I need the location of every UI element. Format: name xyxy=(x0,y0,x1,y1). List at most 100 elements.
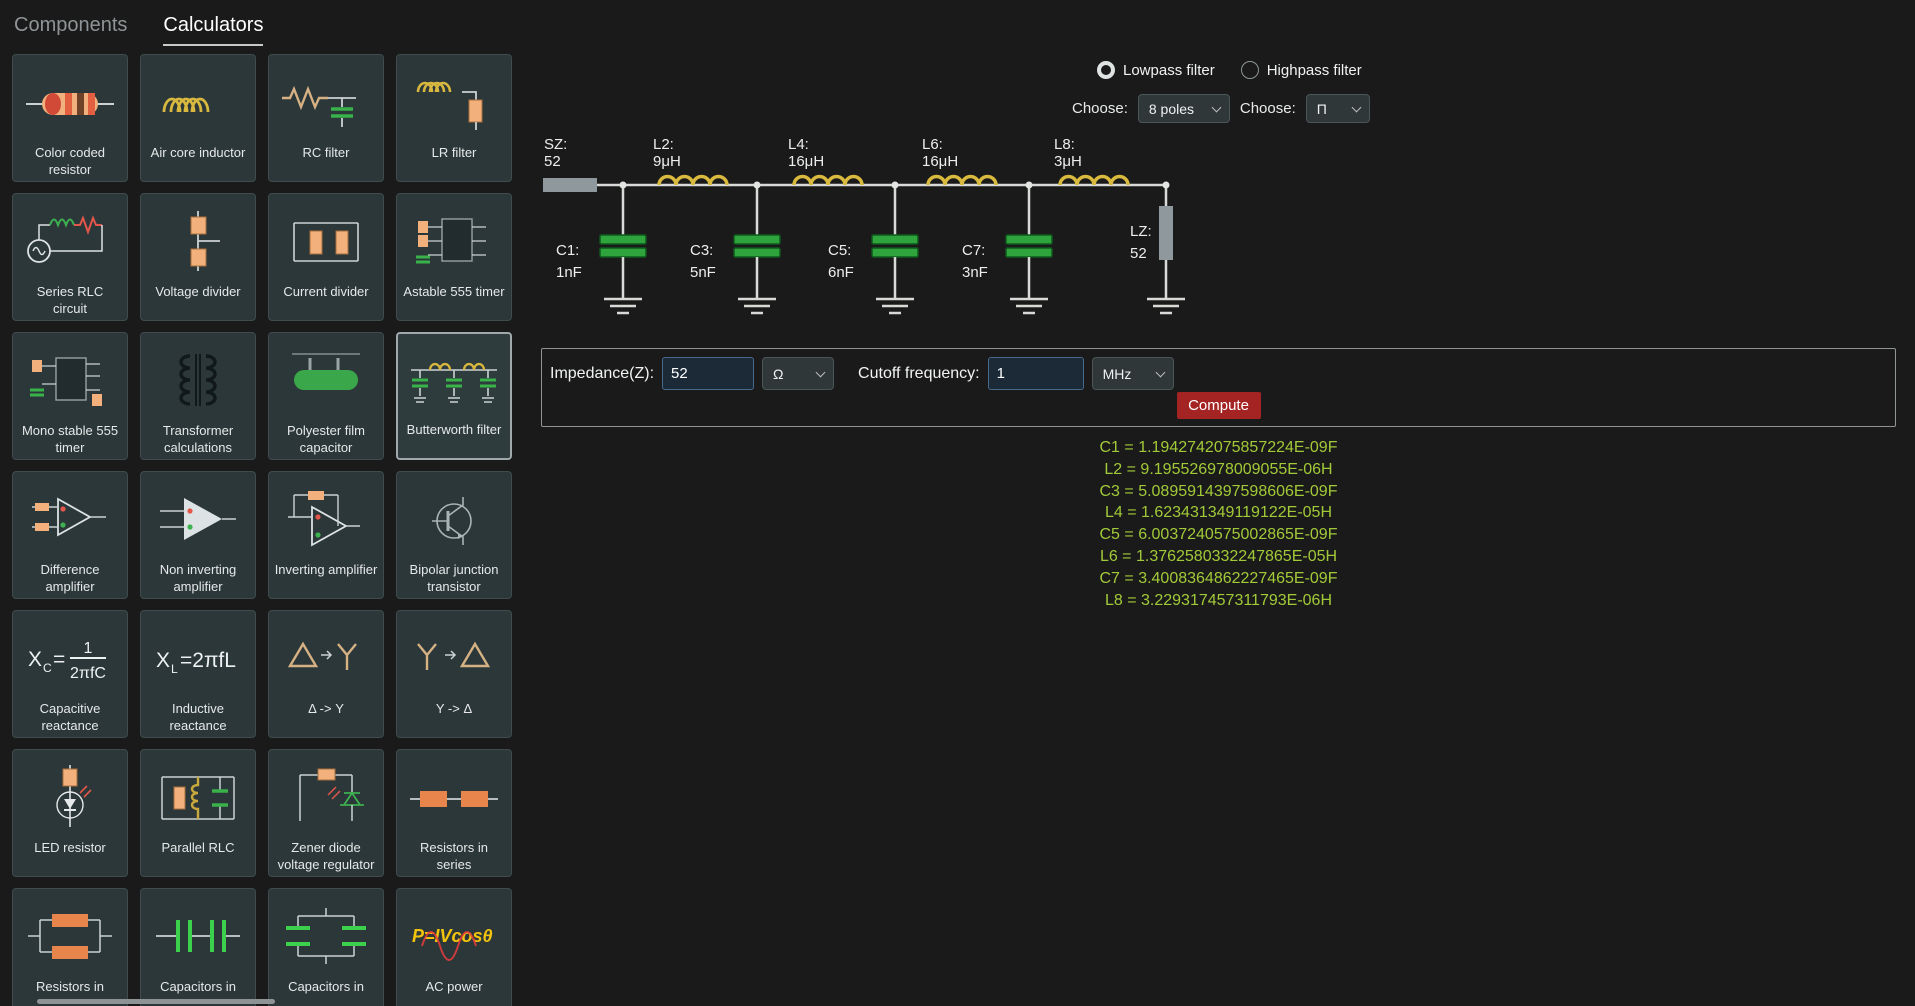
tab-calculators[interactable]: Calculators xyxy=(163,14,264,46)
highpass-radio-circle[interactable] xyxy=(1240,61,1259,79)
bipolar-junction-transistor-icon xyxy=(397,472,511,562)
cutoff-unit-dropdown[interactable]: MHz xyxy=(1091,357,1174,390)
filter-circuit-diagram: SZ: 52 C1: 1nF C3: 5nF C5: 6nF C7: 3nF L… xyxy=(543,136,1185,315)
calculator-tile-label: Y -> Δ xyxy=(435,701,473,716)
topology-dropdown[interactable]: Π xyxy=(1305,94,1370,123)
calculator-tile-polyester-film-capacitor[interactable]: Polyester film capacitor xyxy=(268,332,384,460)
lowpass-radio-circle[interactable] xyxy=(1097,61,1115,79)
capacitor-value: 3nF xyxy=(962,264,988,281)
shunt-capacitor-branch-c3: C3: 5nF xyxy=(690,181,781,315)
impedance-unit-dropdown[interactable]: Ω xyxy=(762,357,835,390)
inductor-label: L6: xyxy=(922,136,943,153)
calculator-tile-resistors-in-parallel[interactable]: Resistors in xyxy=(12,888,128,1006)
calculator-tile-inverting-amplifier[interactable]: Inverting amplifier xyxy=(268,471,384,599)
calculator-tile-non-inverting-amplifier[interactable]: Non inverting amplifier xyxy=(140,471,256,599)
inductor-value: 16μH xyxy=(922,153,958,170)
chevron-down-icon xyxy=(1155,367,1166,377)
lowpass-radio-label: Lowpass filter xyxy=(1123,61,1215,79)
calculator-tile-label: Air core inductor xyxy=(150,145,246,160)
load-impedance: LZ: 52 xyxy=(1130,181,1185,315)
cutoff-frequency-input[interactable] xyxy=(987,357,1084,390)
wye-to-delta-icon xyxy=(397,611,511,701)
calculator-tile-label: Capacitors in xyxy=(288,979,364,994)
compute-button[interactable]: Compute xyxy=(1176,392,1261,419)
calculator-tile-butterworth-filter[interactable]: Butterworth filter xyxy=(396,332,512,460)
series-inductor-l6: L6: 16μH xyxy=(922,136,998,186)
transformer-icon xyxy=(141,333,255,423)
inductor-value: 16μH xyxy=(788,153,824,170)
poles-dropdown-value: 8 poles xyxy=(1148,100,1195,117)
calculator-tile-parallel-rlc[interactable]: Parallel RLC xyxy=(140,749,256,877)
inverting-amplifier-icon xyxy=(269,472,383,562)
poles-dropdown[interactable]: 8 poles xyxy=(1137,94,1230,123)
calculator-tile-resistors-in-series[interactable]: Resistors in series xyxy=(396,749,512,877)
calculator-tile-label: Resistors in series xyxy=(420,840,488,872)
calculator-tile-label: Bipolar junction transistor xyxy=(409,562,499,594)
result-line: L8 = 3.229317457311793E-06H xyxy=(1104,591,1332,609)
calculator-tile-astable-555-timer[interactable]: Astable 555 timer xyxy=(396,193,512,321)
difference-amplifier-icon xyxy=(13,472,127,562)
calculator-tile-current-divider[interactable]: Current divider xyxy=(268,193,384,321)
capacitive-reactance-formula-icon: X C = 1 2πfC xyxy=(13,611,127,701)
calculator-tile-ac-power[interactable]: P=IVcosθ AC power xyxy=(396,888,512,1006)
svg-text:1: 1 xyxy=(84,640,93,657)
calculator-tile-inductive-reactance[interactable]: X L =2πfL Inductive reactance xyxy=(140,610,256,738)
calculator-tile-bipolar-junction-transistor[interactable]: Bipolar junction transistor xyxy=(396,471,512,599)
calculator-tile-wye-to-delta[interactable]: Y -> Δ xyxy=(396,610,512,738)
air-core-inductor-icon xyxy=(141,55,255,145)
calculator-tile-difference-amplifier[interactable]: Difference amplifier xyxy=(12,471,128,599)
series-inductor-l2: L2: 9μH xyxy=(653,136,729,186)
color-coded-resistor-icon xyxy=(13,55,127,145)
calculator-tile-label: Series RLC circuit xyxy=(36,284,104,316)
calculator-tile-transformer[interactable]: Transformer calculations xyxy=(140,332,256,460)
inductor-label: L4: xyxy=(788,136,809,153)
calculator-tile-zener-diode-regulator[interactable]: Zener diode voltage regulator xyxy=(268,749,384,877)
shunt-capacitor-branch-c7: C7: 3nF xyxy=(962,181,1053,315)
chevron-down-icon xyxy=(1351,102,1362,112)
calculator-tile-monostable-555-timer[interactable]: Mono stable 555 timer xyxy=(12,332,128,460)
result-line: C3 = 5.0895914397598606E-09F xyxy=(1099,482,1338,500)
cutoff-unit-value: MHz xyxy=(1102,365,1132,382)
calculator-tile-label: Capacitive reactance xyxy=(39,701,101,733)
svg-text:P=IVcosθ: P=IVcosθ xyxy=(412,926,493,946)
calculator-tile-label: Difference amplifier xyxy=(40,562,100,594)
calculator-tile-label: LED resistor xyxy=(34,840,106,855)
polyester-film-capacitor-icon xyxy=(269,333,383,423)
highpass-radio[interactable]: Highpass filter xyxy=(1240,61,1362,79)
non-inverting-amplifier-icon xyxy=(141,472,255,562)
inductor-value: 9μH xyxy=(653,153,681,170)
calculator-tile-label: RC filter xyxy=(302,145,350,160)
delta-to-wye-icon xyxy=(269,611,383,701)
source-impedance-value: 52 xyxy=(544,153,561,170)
calculator-tile-capacitors-in-series[interactable]: Capacitors in xyxy=(140,888,256,1006)
calculator-grid: Color coded resistor Air core inductor R… xyxy=(0,46,530,1006)
calculator-tile-label: Astable 555 timer xyxy=(403,284,505,299)
impedance-label: Impedance(Z): xyxy=(550,364,655,382)
capacitors-in-parallel-icon xyxy=(269,889,383,979)
sidebar-scrollbar-thumb[interactable] xyxy=(37,999,275,1004)
series-rlc-icon xyxy=(13,194,127,284)
calculator-tile-rc-filter[interactable]: RC filter xyxy=(268,54,384,182)
tab-components[interactable]: Components xyxy=(14,14,127,46)
calculator-tile-label: Inductive reactance xyxy=(169,701,227,733)
calculator-tile-color-coded-resistor[interactable]: Color coded resistor xyxy=(12,54,128,182)
impedance-input[interactable] xyxy=(662,357,755,390)
source-impedance: SZ: 52 xyxy=(543,136,597,192)
shunt-capacitor-branch-c5: C5: 6nF xyxy=(828,181,919,315)
calculator-tile-series-rlc[interactable]: Series RLC circuit xyxy=(12,193,128,321)
zener-diode-regulator-icon xyxy=(269,750,383,840)
voltage-divider-icon xyxy=(141,194,255,284)
lowpass-radio[interactable]: Lowpass filter xyxy=(1097,61,1215,79)
result-line: C5 = 6.0037240575002865E-09F xyxy=(1099,526,1338,544)
calculator-tile-delta-to-wye[interactable]: Δ -> Y xyxy=(268,610,384,738)
tab-bar: Components Calculators xyxy=(0,0,264,46)
calculator-grid-panel: Color coded resistor Air core inductor R… xyxy=(0,46,530,1006)
calculator-tile-air-core-inductor[interactable]: Air core inductor xyxy=(140,54,256,182)
calculator-tile-lr-filter[interactable]: LR filter xyxy=(396,54,512,182)
calculator-tile-capacitors-in-parallel[interactable]: Capacitors in xyxy=(268,888,384,1006)
calculator-tile-label: Mono stable 555 timer xyxy=(21,423,119,455)
monostable-555-timer-icon xyxy=(13,333,127,423)
calculator-tile-led-resistor[interactable]: LED resistor xyxy=(12,749,128,877)
calculator-tile-voltage-divider[interactable]: Voltage divider xyxy=(140,193,256,321)
calculator-tile-capacitive-reactance[interactable]: X C = 1 2πfC Capacitive reactance xyxy=(12,610,128,738)
